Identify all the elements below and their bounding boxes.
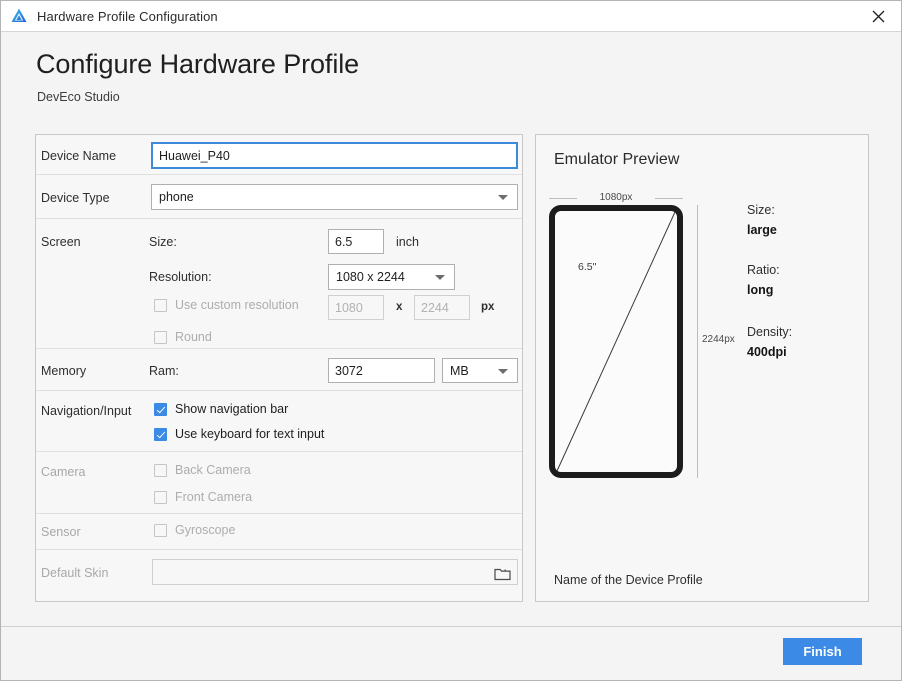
info-density-key: Density:	[747, 325, 792, 339]
back-camera-checkbox[interactable]: Back Camera	[154, 463, 251, 477]
emulator-preview-panel: Emulator Preview 1080px 6.5" 2244px Size…	[535, 134, 869, 602]
chevron-down-icon	[498, 369, 508, 374]
custom-height-input[interactable]	[414, 295, 470, 320]
gyroscope-label: Gyroscope	[175, 523, 235, 537]
use-keyboard-checkbox[interactable]: Use keyboard for text input	[154, 427, 324, 441]
row-device-type: Device Type phone	[36, 175, 522, 219]
row-memory: Memory Ram: MB	[36, 349, 522, 391]
window-title: Hardware Profile Configuration	[37, 9, 218, 24]
width-dimension: 1080px	[549, 192, 683, 204]
info-ratio-key: Ratio:	[747, 263, 780, 277]
info-ratio-value: long	[747, 283, 773, 297]
resolution-label: Resolution:	[149, 270, 212, 284]
checkbox-box	[154, 299, 167, 312]
title-bar: Hardware Profile Configuration	[1, 1, 901, 32]
preview-title: Emulator Preview	[554, 151, 679, 169]
device-type-label: Device Type	[41, 191, 110, 205]
ram-input[interactable]	[328, 358, 435, 383]
default-skin-input[interactable]	[152, 559, 518, 585]
row-screen: Screen Size: inch Resolution: 1080 x 224…	[36, 219, 522, 349]
ram-label: Ram:	[149, 364, 179, 378]
screen-label: Screen	[41, 235, 81, 249]
row-navigation-input: Navigation/Input Show navigation bar Use…	[36, 391, 522, 452]
width-dimension-label: 1080px	[600, 192, 633, 203]
custom-resolution-unit: px	[481, 301, 494, 313]
page-title: Configure Hardware Profile	[36, 49, 359, 80]
memory-label: Memory	[41, 364, 86, 378]
back-camera-label: Back Camera	[175, 463, 251, 477]
ram-unit-select[interactable]: MB	[442, 358, 518, 383]
height-dimension-line	[697, 205, 698, 478]
checkbox-box	[154, 428, 167, 441]
row-device-name: Device Name	[36, 135, 522, 175]
resolution-select[interactable]: 1080 x 2244	[328, 264, 455, 290]
row-default-skin: Default Skin	[36, 550, 522, 600]
screen-size-label: Size:	[149, 235, 177, 249]
info-size-key: Size:	[747, 203, 775, 217]
diagonal-line-icon	[555, 211, 677, 472]
show-navigation-bar-checkbox[interactable]: Show navigation bar	[154, 402, 288, 416]
hardware-form-panel: Device Name Device Type phone Screen Siz…	[35, 134, 523, 602]
custom-resolution-label: Use custom resolution	[175, 298, 299, 312]
use-keyboard-label: Use keyboard for text input	[175, 427, 324, 441]
round-checkbox[interactable]: Round	[154, 330, 212, 344]
custom-width-input[interactable]	[328, 295, 384, 320]
chevron-down-icon	[498, 195, 508, 200]
page-subtitle: DevEco Studio	[37, 90, 120, 104]
close-icon[interactable]	[855, 1, 901, 31]
camera-label: Camera	[41, 465, 85, 479]
dialog-footer: Finish	[1, 626, 901, 680]
round-label: Round	[175, 330, 212, 344]
checkbox-box	[154, 403, 167, 416]
chevron-down-icon	[435, 275, 445, 280]
ram-unit-value: MB	[450, 364, 469, 378]
gyroscope-checkbox[interactable]: Gyroscope	[154, 523, 235, 537]
front-camera-label: Front Camera	[175, 490, 252, 504]
folder-icon[interactable]	[491, 562, 513, 584]
height-dimension-label: 2244px	[702, 334, 735, 345]
info-size-value: large	[747, 223, 777, 237]
phone-preview-frame	[549, 205, 683, 478]
custom-resolution-checkbox[interactable]: Use custom resolution	[154, 298, 299, 312]
screen-size-input[interactable]	[328, 229, 384, 254]
checkbox-box	[154, 491, 167, 504]
profile-name-note: Name of the Device Profile	[554, 573, 703, 587]
diagonal-size-label: 6.5"	[578, 261, 596, 273]
resolution-separator: x	[396, 301, 402, 313]
row-sensor: Sensor Gyroscope	[36, 514, 522, 550]
default-skin-label: Default Skin	[41, 566, 108, 580]
device-type-value: phone	[159, 190, 194, 204]
show-navigation-bar-label: Show navigation bar	[175, 402, 288, 416]
hardware-profile-dialog: Hardware Profile Configuration Configure…	[0, 0, 902, 681]
checkbox-box	[154, 524, 167, 537]
device-name-label: Device Name	[41, 149, 116, 163]
header-block: Configure Hardware Profile DevEco Studio	[1, 32, 901, 120]
info-density-value: 400dpi	[747, 345, 787, 359]
checkbox-box	[154, 464, 167, 477]
device-name-input[interactable]	[151, 142, 518, 169]
checkbox-box	[154, 331, 167, 344]
device-type-select[interactable]: phone	[151, 184, 518, 210]
front-camera-checkbox[interactable]: Front Camera	[154, 490, 252, 504]
navigation-label: Navigation/Input	[41, 404, 131, 418]
screen-size-unit: inch	[396, 235, 419, 249]
row-camera: Camera Back Camera Front Camera	[36, 452, 522, 514]
sensor-label: Sensor	[41, 525, 81, 539]
finish-button[interactable]: Finish	[783, 638, 862, 665]
deveco-logo-icon	[10, 7, 28, 25]
resolution-value: 1080 x 2244	[336, 270, 405, 284]
